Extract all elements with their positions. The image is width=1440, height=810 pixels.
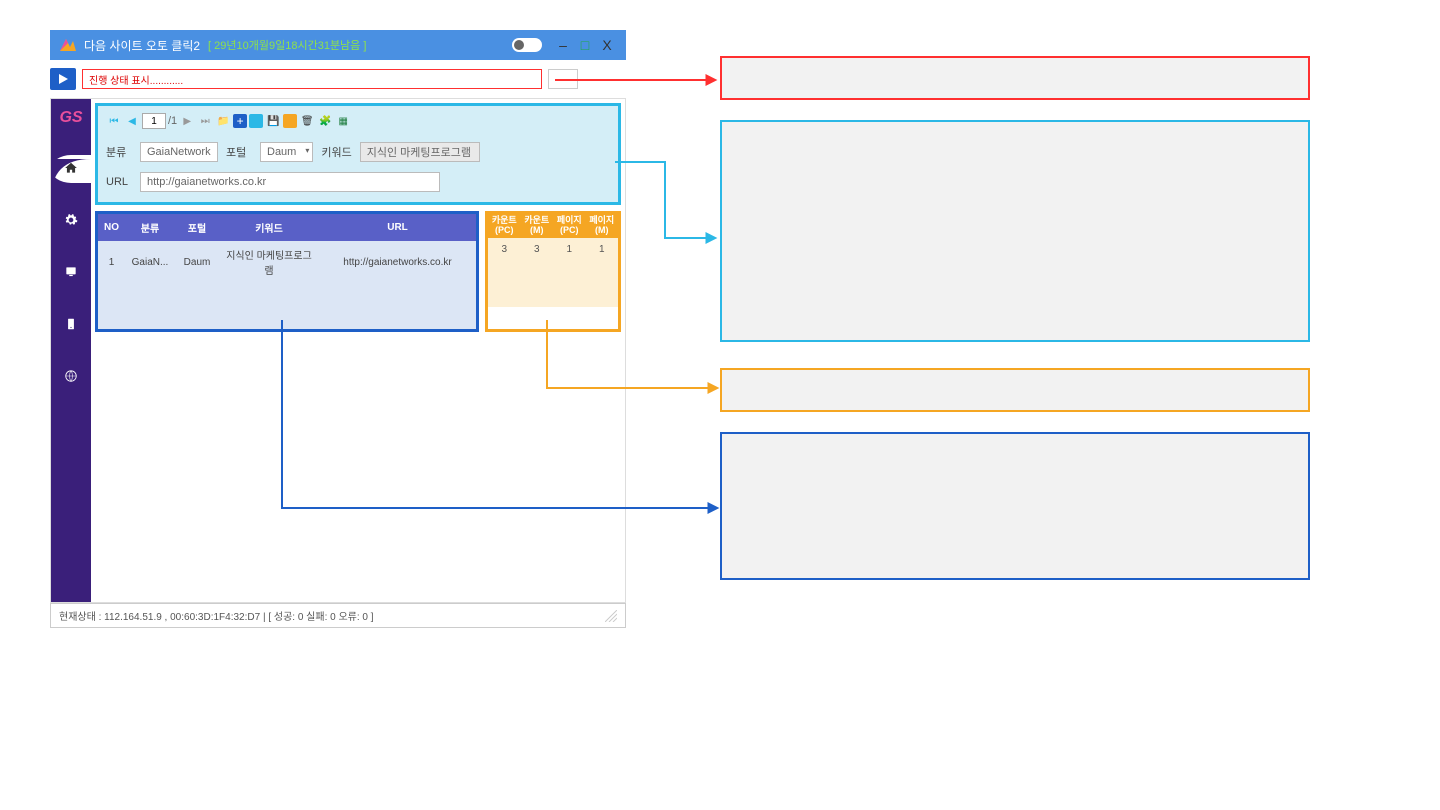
tables-wrap: NO 분류 포털 키워드 URL 1 GaiaN... Daum 지식인 마케 bbox=[95, 211, 621, 332]
table-row[interactable]: 1 GaiaN... Daum 지식인 마케팅프로그램 http://gaian… bbox=[98, 241, 476, 283]
pager-toolbar: ⏮ ◀ /1 ▶ ⏭ 📁 + 💾 🗑 🧩 ▦ bbox=[106, 110, 610, 132]
page-total-label: /1 bbox=[168, 115, 177, 127]
page-current-input[interactable] bbox=[142, 113, 166, 129]
category-label: 분류 bbox=[106, 144, 132, 160]
excel-icon[interactable]: ▦ bbox=[335, 113, 351, 129]
col-count-m[interactable]: 카운트(M) bbox=[521, 214, 554, 238]
status-extra-box bbox=[548, 69, 578, 89]
category-input[interactable] bbox=[140, 142, 218, 162]
app-logo-icon bbox=[58, 35, 78, 55]
prev-page-icon[interactable]: ◀ bbox=[124, 113, 140, 129]
callout-red bbox=[720, 56, 1310, 100]
empty-area bbox=[91, 332, 625, 602]
content-area: ⏮ ◀ /1 ▶ ⏭ 📁 + 💾 🗑 🧩 ▦ 분류 bbox=[91, 99, 625, 602]
gs-logo: GS bbox=[59, 109, 82, 127]
form-row-1: 분류 포털 Daum 키워드 bbox=[106, 142, 610, 162]
sidebar-curve-decor bbox=[51, 159, 91, 199]
col-page-m[interactable]: 페이지(M) bbox=[586, 214, 619, 238]
col-portal[interactable]: 포털 bbox=[175, 214, 219, 241]
col-count-pc[interactable]: 카운트(PC) bbox=[488, 214, 521, 238]
mobile-icon bbox=[64, 317, 78, 334]
sidebar: GS bbox=[51, 99, 91, 602]
tool-orange-icon[interactable] bbox=[283, 114, 297, 128]
monitor-icon bbox=[64, 265, 78, 282]
stats-table: 카운트(PC) 카운트(M) 페이지(PC) 페이지(M) 3 3 1 1 bbox=[485, 211, 621, 332]
statusbar-text: 현재상태 : 112.164.51.9 , 00:60:3D:1F4:32:D7… bbox=[59, 608, 374, 623]
list-icon[interactable] bbox=[249, 114, 263, 128]
gear-icon bbox=[64, 213, 78, 230]
nav-device-2[interactable] bbox=[57, 311, 85, 339]
callout-orange bbox=[720, 368, 1310, 412]
remaining-time: [ 29년10개월9일18시간31분남음 ] bbox=[208, 37, 366, 53]
col-page-pc[interactable]: 페이지(PC) bbox=[553, 214, 586, 238]
portal-label: 포털 bbox=[226, 144, 252, 160]
col-category[interactable]: 분류 bbox=[125, 214, 175, 241]
main-table: NO 분류 포털 키워드 URL 1 GaiaN... Daum 지식인 마케 bbox=[95, 211, 479, 332]
nav-settings[interactable] bbox=[57, 207, 85, 235]
statusbar: 현재상태 : 112.164.51.9 , 00:60:3D:1F4:32:D7… bbox=[50, 603, 626, 628]
main-area: GS ⏮ ◀ bbox=[50, 98, 626, 603]
globe-icon bbox=[64, 369, 78, 386]
folder-icon[interactable]: 📁 bbox=[215, 113, 231, 129]
app-window: 다음 사이트 오토 클릭2 [ 29년10개월9일18시간31분남음 ] – □… bbox=[50, 30, 626, 628]
portal-select[interactable]: Daum bbox=[260, 142, 313, 162]
puzzle-icon[interactable]: 🧩 bbox=[317, 113, 333, 129]
first-page-icon[interactable]: ⏮ bbox=[106, 113, 122, 129]
resize-grip-icon[interactable] bbox=[605, 610, 617, 622]
last-page-icon[interactable]: ⏭ bbox=[197, 113, 213, 129]
url-label: URL bbox=[106, 176, 132, 188]
status-row bbox=[50, 60, 626, 98]
app-title: 다음 사이트 오토 클릭2 bbox=[84, 37, 200, 54]
titlebar: 다음 사이트 오토 클릭2 [ 29년10개월9일18시간31분남음 ] – □… bbox=[50, 30, 626, 60]
add-icon[interactable]: + bbox=[233, 114, 247, 128]
nav-device-1[interactable] bbox=[57, 259, 85, 287]
url-input[interactable] bbox=[140, 172, 440, 192]
next-page-icon[interactable]: ▶ bbox=[179, 113, 195, 129]
col-url[interactable]: URL bbox=[319, 214, 476, 241]
play-button[interactable] bbox=[50, 68, 76, 90]
minimize-button[interactable]: – bbox=[552, 34, 574, 56]
keyword-input[interactable] bbox=[360, 142, 480, 162]
maximize-button[interactable]: □ bbox=[574, 34, 596, 56]
theme-toggle[interactable] bbox=[512, 38, 542, 52]
progress-status-field[interactable] bbox=[82, 69, 542, 89]
col-keyword[interactable]: 키워드 bbox=[219, 214, 319, 241]
arrow-cyan bbox=[615, 160, 725, 250]
form-row-2: URL bbox=[106, 172, 610, 192]
close-button[interactable]: X bbox=[596, 34, 618, 56]
save-icon[interactable]: 💾 bbox=[265, 113, 281, 129]
table-row[interactable]: 3 3 1 1 bbox=[488, 238, 618, 261]
callout-blue bbox=[720, 432, 1310, 580]
col-no[interactable]: NO bbox=[98, 214, 125, 241]
callout-cyan bbox=[720, 120, 1310, 342]
keyword-label: 키워드 bbox=[321, 144, 351, 160]
nav-globe[interactable] bbox=[57, 363, 85, 391]
settings-panel: ⏮ ◀ /1 ▶ ⏭ 📁 + 💾 🗑 🧩 ▦ 분류 bbox=[95, 103, 621, 205]
delete-icon[interactable]: 🗑 bbox=[299, 113, 315, 129]
